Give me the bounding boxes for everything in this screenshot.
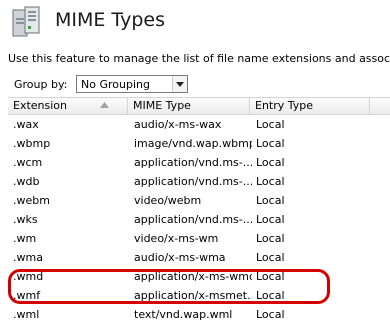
table-rows: .wax audio/x-ms-wax Local .wbmp image/vn… [8, 115, 390, 324]
table-row[interactable]: .wax audio/x-ms-wax Local [8, 115, 390, 134]
table-row[interactable]: .wma audio/x-ms-wma Local [8, 248, 390, 267]
column-header-entry-type[interactable]: Entry Type [250, 98, 370, 114]
column-header-extension[interactable]: Extension [8, 98, 128, 114]
sort-ascending-icon [100, 102, 109, 108]
server-icon [10, 4, 44, 38]
mime-type-cell: application/x-ms-wmd [134, 270, 252, 283]
page-title: MIME Types [55, 9, 165, 31]
dropdown-button[interactable] [172, 76, 187, 92]
mime-type-cell: audio/x-ms-wma [134, 251, 226, 264]
table-row[interactable]: .wks application/vnd.ms-... Local [8, 210, 390, 229]
group-by-row: Group by: No Grouping [8, 75, 390, 97]
mime-type-cell: audio/x-ms-wax [134, 118, 222, 131]
table-row[interactable]: .wmd application/x-ms-wmd Local [8, 267, 390, 286]
entry-type-cell: Local [256, 270, 285, 283]
entry-type-cell: Local [256, 118, 285, 131]
feature-description: Use this feature to manage the list of f… [8, 52, 390, 65]
entry-type-cell: Local [256, 213, 285, 226]
extension-cell: .wcm [13, 156, 43, 169]
entry-type-cell: Local [256, 137, 285, 150]
table-row[interactable]: .wml text/vnd.wap.wml Local [8, 305, 390, 324]
extension-cell: .wmf [13, 289, 41, 302]
extension-cell: .wbmp [13, 137, 51, 150]
extension-cell: .wks [13, 213, 38, 226]
page-header: MIME Types [0, 0, 390, 46]
entry-type-cell: Local [256, 175, 285, 188]
extension-cell: .wdb [13, 175, 40, 188]
mime-type-cell: image/vnd.wap.wbmp [134, 137, 252, 150]
extension-cell: .wm [13, 232, 37, 245]
extension-cell: .wma [13, 251, 43, 264]
mime-types-list: Extension MIME Type Entry Type .wax audi… [8, 97, 390, 321]
chevron-down-icon [176, 82, 184, 87]
mime-type-cell: text/vnd.wap.wml [134, 308, 233, 321]
table-row[interactable]: .wm video/x-ms-wm Local [8, 229, 390, 248]
mime-type-cell: application/x-msmet... [134, 289, 252, 302]
group-by-dropdown[interactable]: No Grouping [76, 75, 188, 93]
table-row-webm[interactable]: .webm video/webm Local [8, 191, 390, 210]
column-header-mime-type[interactable]: MIME Type [128, 98, 250, 114]
mime-type-cell: video/webm [134, 194, 202, 207]
extension-cell: .wmd [13, 270, 44, 283]
entry-type-cell: Local [256, 232, 285, 245]
table-row[interactable]: .wcm application/vnd.ms-... Local [8, 153, 390, 172]
table-row[interactable]: .wdb application/vnd.ms-... Local [8, 172, 390, 191]
mime-type-cell: application/vnd.ms-... [134, 156, 252, 169]
extension-cell: .webm [13, 194, 50, 207]
entry-type-cell: Local [256, 251, 285, 264]
extension-cell: .wax [13, 118, 39, 131]
entry-type-cell: Local [256, 308, 285, 321]
group-by-value: No Grouping [81, 78, 150, 91]
entry-type-cell: Local [256, 194, 285, 207]
table-row[interactable]: .wmf application/x-msmet... Local [8, 286, 390, 305]
table-row[interactable]: .wbmp image/vnd.wap.wbmp Local [8, 134, 390, 153]
column-header-filler [370, 98, 390, 114]
mime-type-cell: application/vnd.ms-... [134, 175, 252, 188]
group-by-label: Group by: [14, 78, 68, 91]
extension-cell: .wml [13, 308, 40, 321]
column-headers: Extension MIME Type Entry Type [8, 97, 390, 115]
entry-type-cell: Local [256, 289, 285, 302]
mime-type-cell: video/x-ms-wm [134, 232, 219, 245]
entry-type-cell: Local [256, 156, 285, 169]
mime-type-cell: application/vnd.ms-... [134, 213, 252, 226]
